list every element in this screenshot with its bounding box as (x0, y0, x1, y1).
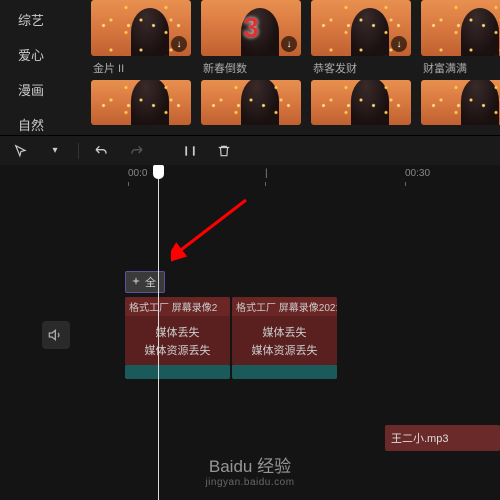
category-variety[interactable]: 综艺 (8, 4, 77, 35)
templates-row-2 (85, 80, 500, 125)
undo-button[interactable] (91, 140, 113, 162)
template-thumb[interactable] (311, 80, 411, 125)
ruler-tick: 00:30 (405, 168, 430, 179)
template-thumb[interactable] (201, 80, 301, 125)
download-icon[interactable]: ↓ (281, 36, 297, 52)
category-nature[interactable]: 自然 (8, 109, 77, 140)
clip-title: 格式工厂 屏幕录像20210 (232, 297, 337, 316)
sparkle-icon (130, 276, 142, 288)
template-title: 恭客发财 (311, 56, 411, 80)
media-missing-label: 媒体丢失 (263, 324, 307, 340)
category-manga[interactable]: 漫画 (8, 74, 77, 105)
download-icon[interactable]: ↓ (391, 36, 407, 52)
template-card: ↓ 恭客发财 (311, 0, 411, 80)
audio-waveform[interactable] (232, 365, 337, 379)
category-sidebar: 综艺 爱心 漫画 自然 (0, 0, 85, 135)
media-missing-label: 媒体资源丢失 (252, 342, 318, 358)
category-love[interactable]: 爱心 (8, 39, 77, 70)
templates-row-1: ↓ 金片 II 3↓ 新春倒数 ↓ 恭客发财 ↓ 财富满满 (85, 0, 500, 80)
templates-panel: 综艺 爱心 漫画 自然 ↓ 金片 II 3↓ 新春倒数 ↓ 恭客发财 ↓ 财富满… (0, 0, 500, 135)
redo-button (125, 140, 147, 162)
effect-clip[interactable]: 全 (125, 271, 165, 293)
download-icon[interactable]: ↓ (171, 36, 187, 52)
template-card: ↓ 金片 II (91, 0, 191, 80)
time-ruler[interactable]: 00:0 | 00:30 (0, 165, 500, 185)
video-clip[interactable]: 格式工厂 屏幕录像2 媒体丢失 媒体资源丢失 (125, 297, 230, 365)
template-thumb[interactable]: 3↓ (201, 0, 301, 56)
template-thumb[interactable]: ↓ (91, 0, 191, 56)
audio-waveform[interactable] (125, 365, 230, 379)
playhead[interactable] (158, 165, 159, 500)
template-card: 3↓ 新春倒数 (201, 0, 301, 80)
template-thumb[interactable] (91, 80, 191, 125)
pointer-tool[interactable] (10, 140, 32, 162)
templates-area: ↓ 金片 II 3↓ 新春倒数 ↓ 恭客发财 ↓ 财富满满 (85, 0, 500, 135)
template-title: 金片 II (91, 56, 191, 80)
template-thumb[interactable]: ↓ (421, 0, 500, 56)
delete-button[interactable] (213, 140, 235, 162)
watermark: Baidu 经验 jingyan.baidu.com (0, 452, 500, 488)
mute-button[interactable] (42, 321, 70, 349)
template-title: 新春倒数 (201, 56, 301, 80)
template-thumb[interactable]: ↓ (311, 0, 411, 56)
chevron-down-icon[interactable]: ▾ (44, 140, 66, 162)
audio-clip[interactable]: 王二小.mp3 (385, 425, 500, 451)
template-title: 财富满满 (421, 56, 500, 80)
ruler-tick: | (265, 168, 268, 179)
timeline[interactable]: 00:0 | 00:30 全 格式工厂 屏幕录像2 媒体丢失 媒体资源丢失 格式… (0, 165, 500, 500)
media-missing-label: 媒体资源丢失 (145, 342, 211, 358)
video-clip[interactable]: 格式工厂 屏幕录像20210 媒体丢失 媒体资源丢失 (232, 297, 337, 365)
playhead-handle[interactable] (153, 165, 164, 179)
clip-title: 格式工厂 屏幕录像2 (125, 297, 230, 316)
media-missing-label: 媒体丢失 (156, 324, 200, 340)
speaker-icon (48, 327, 64, 343)
template-thumb[interactable] (421, 80, 500, 125)
split-button[interactable] (179, 140, 201, 162)
template-card: ↓ 财富满满 (421, 0, 500, 80)
ruler-tick: 00:0 (128, 168, 147, 179)
